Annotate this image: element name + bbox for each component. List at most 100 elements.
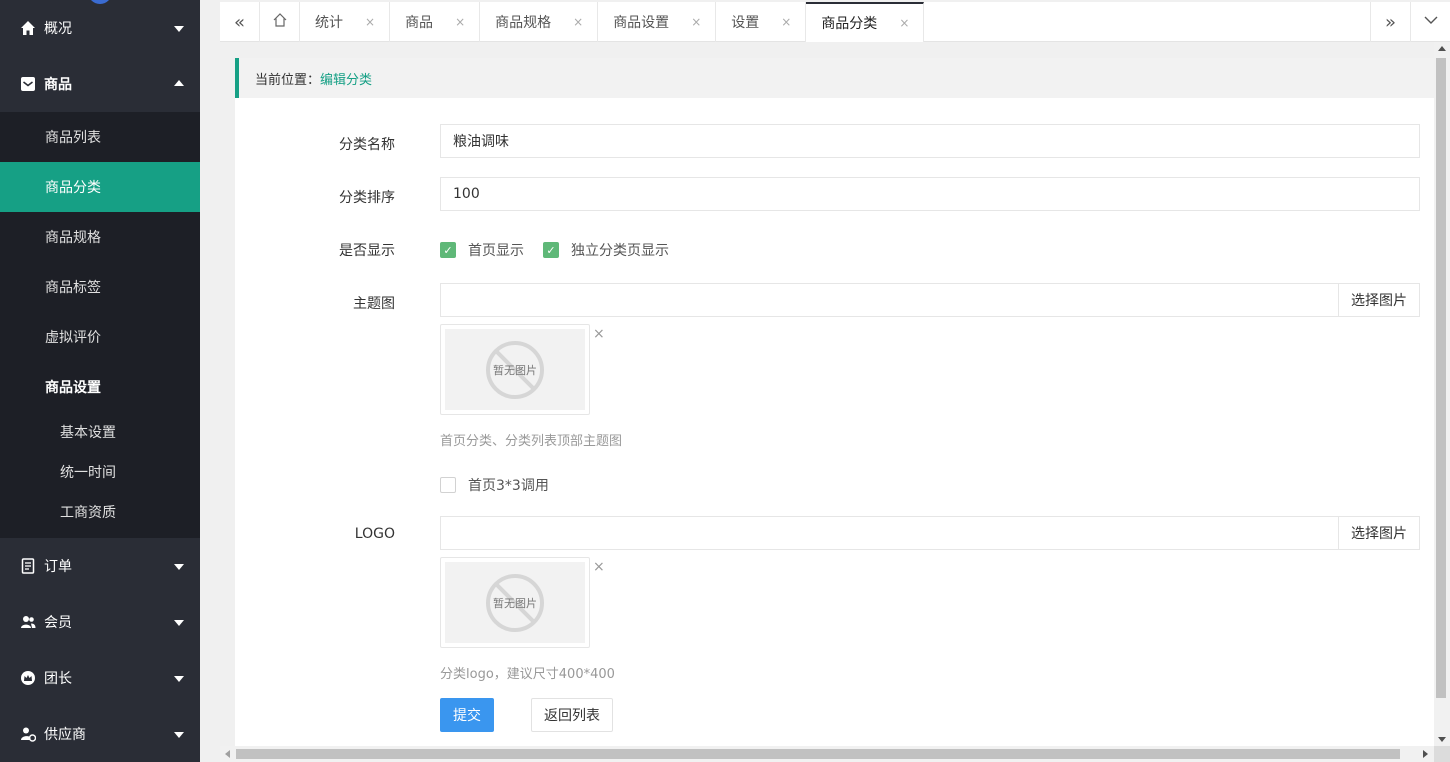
breadcrumb-prefix: 当前位置： [255, 72, 321, 88]
horizontal-scroll-thumb[interactable] [236, 749, 1400, 759]
category-sort-label: 分类排序 [339, 190, 395, 206]
chevron-up-icon [174, 80, 184, 86]
sidebar-item-members[interactable]: 会员 [0, 594, 200, 650]
logo-input[interactable] [440, 516, 1420, 550]
sidebar-item-goods-list[interactable]: 商品列表 [0, 112, 200, 162]
sidebar: 概况 商品 商品列表 商品分类 商品规格 商品标签 虚拟评价 商品设置 基本设置… [0, 0, 200, 762]
sidebar-item-label: 供应商 [44, 727, 86, 743]
sidebar-item-goods-tags[interactable]: 商品标签 [0, 262, 200, 312]
show-home-checkbox[interactable]: ✓ 首页显示 [440, 240, 524, 260]
sidebar-item-goods[interactable]: 商品 [0, 56, 200, 112]
tab-bar-spacer [924, 2, 1370, 41]
goods-submenu: 商品列表 商品分类 商品规格 商品标签 虚拟评价 商品设置 基本设置 统一时间 … [0, 112, 200, 538]
category-name-label: 分类名称 [339, 137, 395, 153]
no-image-text: 暂无图片 [493, 596, 537, 610]
breadcrumb-current[interactable]: 编辑分类 [320, 69, 372, 88]
checkbox-label: 独立分类页显示 [571, 243, 669, 259]
scroll-down-icon[interactable] [1438, 737, 1446, 742]
checkmark-icon: ✓ [543, 242, 559, 258]
logo-image-preview: 暂无图片 [440, 557, 590, 648]
chevron-down-icon [174, 676, 184, 682]
tab-goods[interactable]: 商品 × [390, 2, 481, 42]
app-root: 概况 商品 商品列表 商品分类 商品规格 商品标签 虚拟评价 商品设置 基本设置… [0, 0, 1450, 762]
checkbox-label: 首页显示 [468, 243, 524, 259]
tab-statistics[interactable]: 统计 × [300, 2, 391, 42]
theme-image-preview: 暂无图片 [440, 324, 590, 415]
sidebar-item-goods-category[interactable]: 商品分类 [0, 162, 200, 212]
document-icon [20, 558, 36, 574]
tab-goods-spec[interactable]: 商品规格 × [480, 2, 599, 42]
sidebar-item-basic-settings[interactable]: 基本设置 [0, 412, 200, 452]
tabs-scroll-left-button[interactable]: « [220, 2, 260, 42]
checkbox-empty-icon [440, 477, 456, 493]
scroll-right-icon[interactable] [1423, 750, 1428, 758]
tab-bar: « 统计 × 商品 × 商品规格 × 商品设置 × 设置 × 商品分类 × » [220, 2, 1450, 42]
checkbox-label: 首页3*3调用 [468, 478, 549, 494]
submit-button[interactable]: 提交 [440, 698, 494, 732]
chevron-down-icon [174, 620, 184, 626]
chevron-down-icon [174, 564, 184, 570]
sidebar-item-unified-time[interactable]: 统一时间 [0, 452, 200, 492]
tab-goods-settings[interactable]: 商品设置 × [598, 2, 717, 42]
preview-inner: 暂无图片 [445, 329, 585, 410]
scroll-up-icon[interactable] [1438, 46, 1446, 51]
sidebar-item-label: 团长 [44, 671, 72, 687]
close-icon[interactable]: × [781, 15, 791, 29]
logo-hint: 分类logo，建议尺寸400*400 [440, 667, 615, 682]
sidebar-item-label: 商品设置 [45, 380, 101, 396]
checkmark-icon: ✓ [440, 242, 456, 258]
scroll-left-icon[interactable] [225, 750, 230, 758]
tab-settings[interactable]: 设置 × [716, 2, 807, 42]
theme-select-image-button[interactable]: 选择图片 [1338, 283, 1420, 317]
no-image-icon: 暂无图片 [486, 340, 544, 399]
vertical-scroll-thumb[interactable] [1436, 58, 1446, 698]
tab-label: 设置 [731, 15, 760, 31]
tab-label: 统计 [315, 15, 343, 31]
logo-image-remove-icon[interactable]: × [593, 559, 605, 575]
theme-image-input[interactable] [440, 283, 1420, 317]
theme-image-label: 主题图 [353, 296, 395, 312]
theme-image-remove-icon[interactable]: × [593, 326, 605, 342]
category-name-input[interactable]: 粮油调味 [440, 124, 1420, 158]
main-content: 当前位置： 编辑分类 分类名称 粮油调味 分类排序 100 是否显示 ✓ 首页显… [235, 58, 1434, 746]
back-to-list-button[interactable]: 返回列表 [531, 698, 613, 732]
close-icon[interactable]: × [365, 15, 375, 29]
close-icon[interactable]: × [691, 15, 701, 29]
sidebar-item-label: 商品 [44, 77, 72, 93]
sidebar-item-business-qualification[interactable]: 工商资质 [0, 492, 200, 532]
tab-goods-category[interactable]: 商品分类 × [806, 2, 925, 42]
sidebar-item-leaders[interactable]: 团长 [0, 650, 200, 706]
sidebar-item-suppliers[interactable]: 供应商 [0, 706, 200, 762]
tabs-menu-button[interactable] [1410, 2, 1450, 42]
sidebar-item-orders[interactable]: 订单 [0, 538, 200, 594]
tab-label: 商品分类 [821, 16, 878, 32]
sidebar-item-label: 概况 [44, 21, 72, 37]
logo-select-image-button[interactable]: 选择图片 [1338, 516, 1420, 550]
home-outline-icon [272, 12, 288, 33]
no-image-icon: 暂无图片 [486, 573, 544, 632]
preview-inner: 暂无图片 [445, 562, 585, 643]
tab-label: 商品设置 [613, 15, 670, 31]
show-independent-checkbox[interactable]: ✓ 独立分类页显示 [543, 240, 669, 260]
double-chevron-left-icon: « [233, 11, 245, 33]
close-icon[interactable]: × [573, 15, 583, 29]
theme-image-hint: 首页分类、分类列表顶部主题图 [440, 434, 623, 449]
show-label: 是否显示 [339, 243, 395, 259]
tab-home[interactable] [260, 2, 300, 42]
sidebar-item-overview[interactable]: 概况 [0, 0, 200, 56]
chevron-down-icon [1423, 12, 1439, 33]
horizontal-scrollbar[interactable] [220, 746, 1434, 762]
close-icon[interactable]: × [899, 16, 909, 30]
home-3x3-checkbox[interactable]: 首页3*3调用 [440, 475, 549, 495]
sidebar-item-virtual-review[interactable]: 虚拟评价 [0, 312, 200, 362]
vertical-scrollbar[interactable] [1434, 42, 1450, 746]
sidebar-item-goods-spec[interactable]: 商品规格 [0, 212, 200, 262]
close-icon[interactable]: × [455, 15, 465, 29]
double-chevron-right-icon: » [1384, 11, 1396, 33]
category-sort-input[interactable]: 100 [440, 177, 1420, 211]
supplier-icon [20, 726, 36, 742]
goods-settings-submenu: 基本设置 统一时间 工商资质 [0, 412, 200, 538]
sidebar-item-goods-settings[interactable]: 商品设置 [0, 362, 200, 412]
tabs-scroll-right-button[interactable]: » [1370, 2, 1410, 42]
home-icon [20, 20, 36, 36]
